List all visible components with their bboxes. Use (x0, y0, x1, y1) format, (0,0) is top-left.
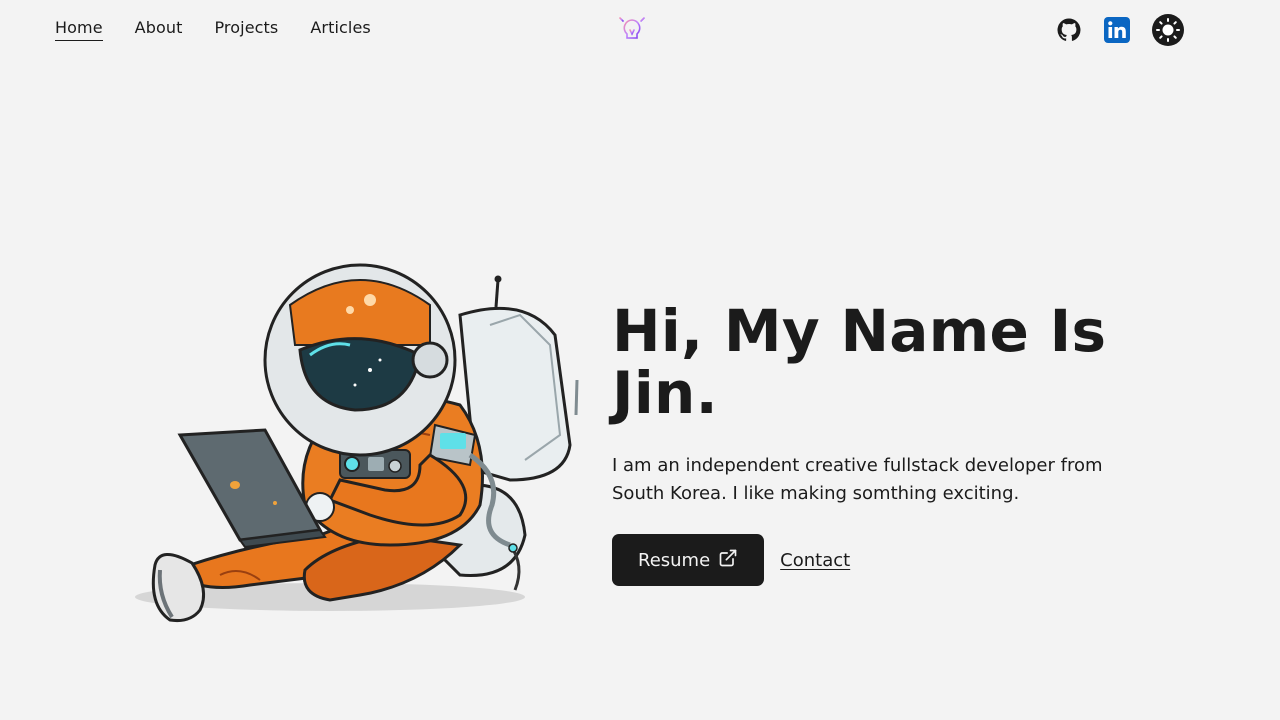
nav-link-articles[interactable]: Articles (310, 18, 370, 41)
resume-button[interactable]: Resume (612, 534, 765, 586)
nav-link-home[interactable]: Home (55, 18, 103, 41)
social-links (1055, 13, 1185, 47)
page: Home About Projects Articles Hi, My Name… (0, 0, 1280, 720)
lightbulb-icon[interactable] (612, 10, 652, 52)
linkedin-icon[interactable] (1103, 16, 1131, 44)
resume-button-label: Resume (638, 549, 711, 571)
hero-actions: Resume Contact (612, 534, 1172, 586)
nav-link-projects[interactable]: Projects (214, 18, 278, 41)
hero-description: I am an independent creative fullstack d… (612, 455, 1103, 504)
astronaut-illustration (130, 245, 590, 630)
external-link-icon (718, 548, 738, 573)
hero-heading-line2: Jin. (612, 359, 718, 427)
sun-icon[interactable] (1151, 13, 1185, 47)
main-nav: Home About Projects Articles (55, 18, 403, 41)
github-icon[interactable] (1055, 16, 1083, 44)
nav-link-about[interactable]: About (135, 18, 183, 41)
hero-heading: Hi, My Name Is Jin. (612, 300, 1172, 424)
hero-section: Hi, My Name Is Jin. I am an independent … (612, 300, 1172, 586)
hero-heading-line1: Hi, My Name Is (612, 297, 1107, 365)
contact-link[interactable]: Contact (780, 550, 850, 571)
